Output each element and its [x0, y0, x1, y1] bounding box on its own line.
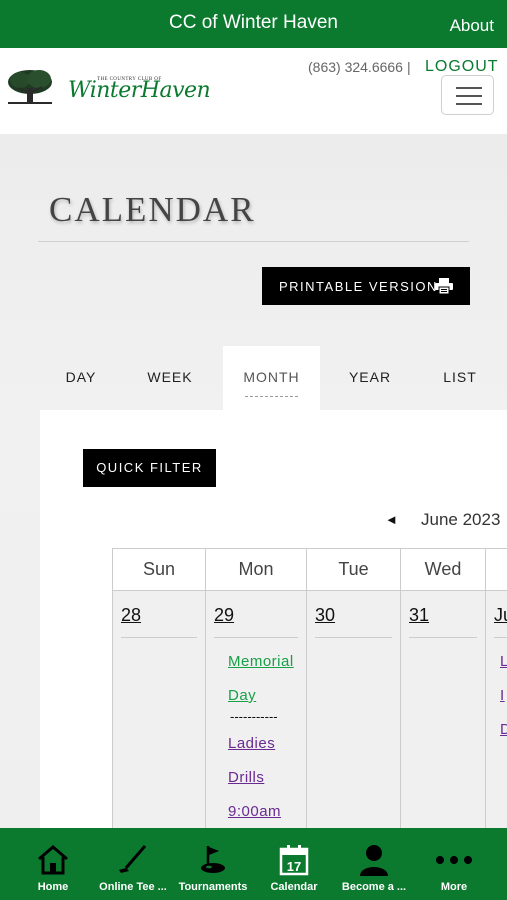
event-link-ladies-drills[interactable]: Ladies [228, 735, 275, 752]
logout-link[interactable]: LOGOUT [425, 58, 499, 76]
tab-day-label: DAY [65, 369, 97, 385]
golf-club-icon [119, 845, 147, 873]
day-header-tue: Tue [306, 548, 401, 591]
printable-version-button[interactable]: PRINTABLE VERSION [262, 267, 470, 305]
day-divider [409, 637, 477, 638]
day-cell[interactable]: 31 [400, 590, 486, 828]
quick-filter-button[interactable]: QUICK FILTER [83, 449, 216, 487]
tab-year-label: YEAR [348, 369, 392, 385]
event-link[interactable]: D [500, 721, 507, 738]
tab-list-label: LIST [443, 369, 477, 385]
hamburger-menu-button[interactable] [441, 75, 494, 115]
calendar-panel: QUICK FILTER ◄ June 2023 Sun Mon Tue Wed… [40, 410, 507, 828]
day-number[interactable]: 28 [121, 605, 141, 626]
tab-week-label: WEEK [147, 369, 193, 385]
day-cell[interactable]: 29 Memorial Day ----------- Ladies Drill… [205, 590, 307, 828]
day-divider [214, 637, 298, 638]
more-dots-icon [436, 856, 472, 864]
event-link[interactable]: I [500, 687, 505, 704]
printer-icon [435, 278, 453, 294]
event-link-memorial-day[interactable]: Memorial [228, 653, 294, 670]
golf-hole-icon [201, 846, 225, 873]
app-title: CC of Winter Haven [169, 12, 338, 33]
tab-month[interactable]: MONTH [223, 346, 320, 410]
page-title: CALENDAR [49, 190, 256, 229]
title-divider [38, 241, 469, 242]
tab-month-label: MONTH [243, 369, 300, 385]
day-header-sun: Sun [112, 548, 206, 591]
day-header-thu [485, 548, 507, 591]
event-link[interactable]: L [500, 653, 507, 670]
day-number[interactable]: 29 [214, 605, 234, 626]
oak-tree-logo-icon [8, 70, 52, 104]
day-cell[interactable]: 28 [112, 590, 206, 828]
printable-version-label: PRINTABLE VERSION [279, 279, 438, 294]
nav-more-label: More [440, 881, 468, 893]
day-header-mon: Mon [205, 548, 307, 591]
day-number[interactable]: 31 [409, 605, 429, 626]
header-separator: | [407, 59, 411, 75]
day-divider [121, 637, 197, 638]
day-divider [315, 637, 392, 638]
phone-number[interactable]: (863) 324.6666 [308, 59, 403, 75]
active-tab-underline [245, 396, 298, 397]
nav-more[interactable]: More [404, 828, 504, 900]
month-label: June 2023 [421, 510, 501, 529]
event-link-ladies-drills[interactable]: 9:00am [228, 803, 281, 820]
bottom-navigation: Home Online Tee ... Tournaments 17 Calen… [0, 828, 507, 900]
about-link[interactable]: About [450, 16, 494, 36]
main-content: CALENDAR PRINTABLE VERSION DAY WEEK MONT… [0, 134, 507, 828]
menu-icon-bar [456, 103, 482, 105]
calendar-icon: 17 [279, 845, 309, 876]
previous-month-arrow-icon[interactable]: ◄ [385, 512, 398, 527]
home-icon [38, 845, 68, 875]
tab-list[interactable]: LIST [420, 346, 500, 410]
day-number[interactable]: 30 [315, 605, 335, 626]
day-header-wed: Wed [400, 548, 486, 591]
top-app-bar: CC of Winter Haven About [0, 0, 507, 48]
month-grid: Sun Mon Tue Wed 28 29 Memorial Day -----… [112, 548, 507, 828]
day-cell[interactable]: 30 [306, 590, 401, 828]
day-cell[interactable]: Ju L I D [485, 590, 507, 828]
logo-wordmark[interactable]: WinterHaven [68, 78, 211, 103]
person-icon [360, 845, 388, 876]
calendar-icon-date: 17 [287, 859, 301, 874]
day-divider [494, 637, 507, 638]
tab-day[interactable]: DAY [40, 346, 122, 410]
event-divider: ----------- [230, 709, 278, 724]
tab-year[interactable]: YEAR [330, 346, 410, 410]
day-number[interactable]: Ju [494, 605, 507, 626]
menu-icon-bar [456, 95, 482, 97]
tab-week[interactable]: WEEK [128, 346, 212, 410]
menu-icon [456, 87, 482, 89]
view-tabs: DAY WEEK MONTH YEAR LIST [0, 346, 507, 410]
event-link-memorial-day[interactable]: Day [228, 687, 256, 704]
event-link-ladies-drills[interactable]: Drills [228, 769, 264, 786]
